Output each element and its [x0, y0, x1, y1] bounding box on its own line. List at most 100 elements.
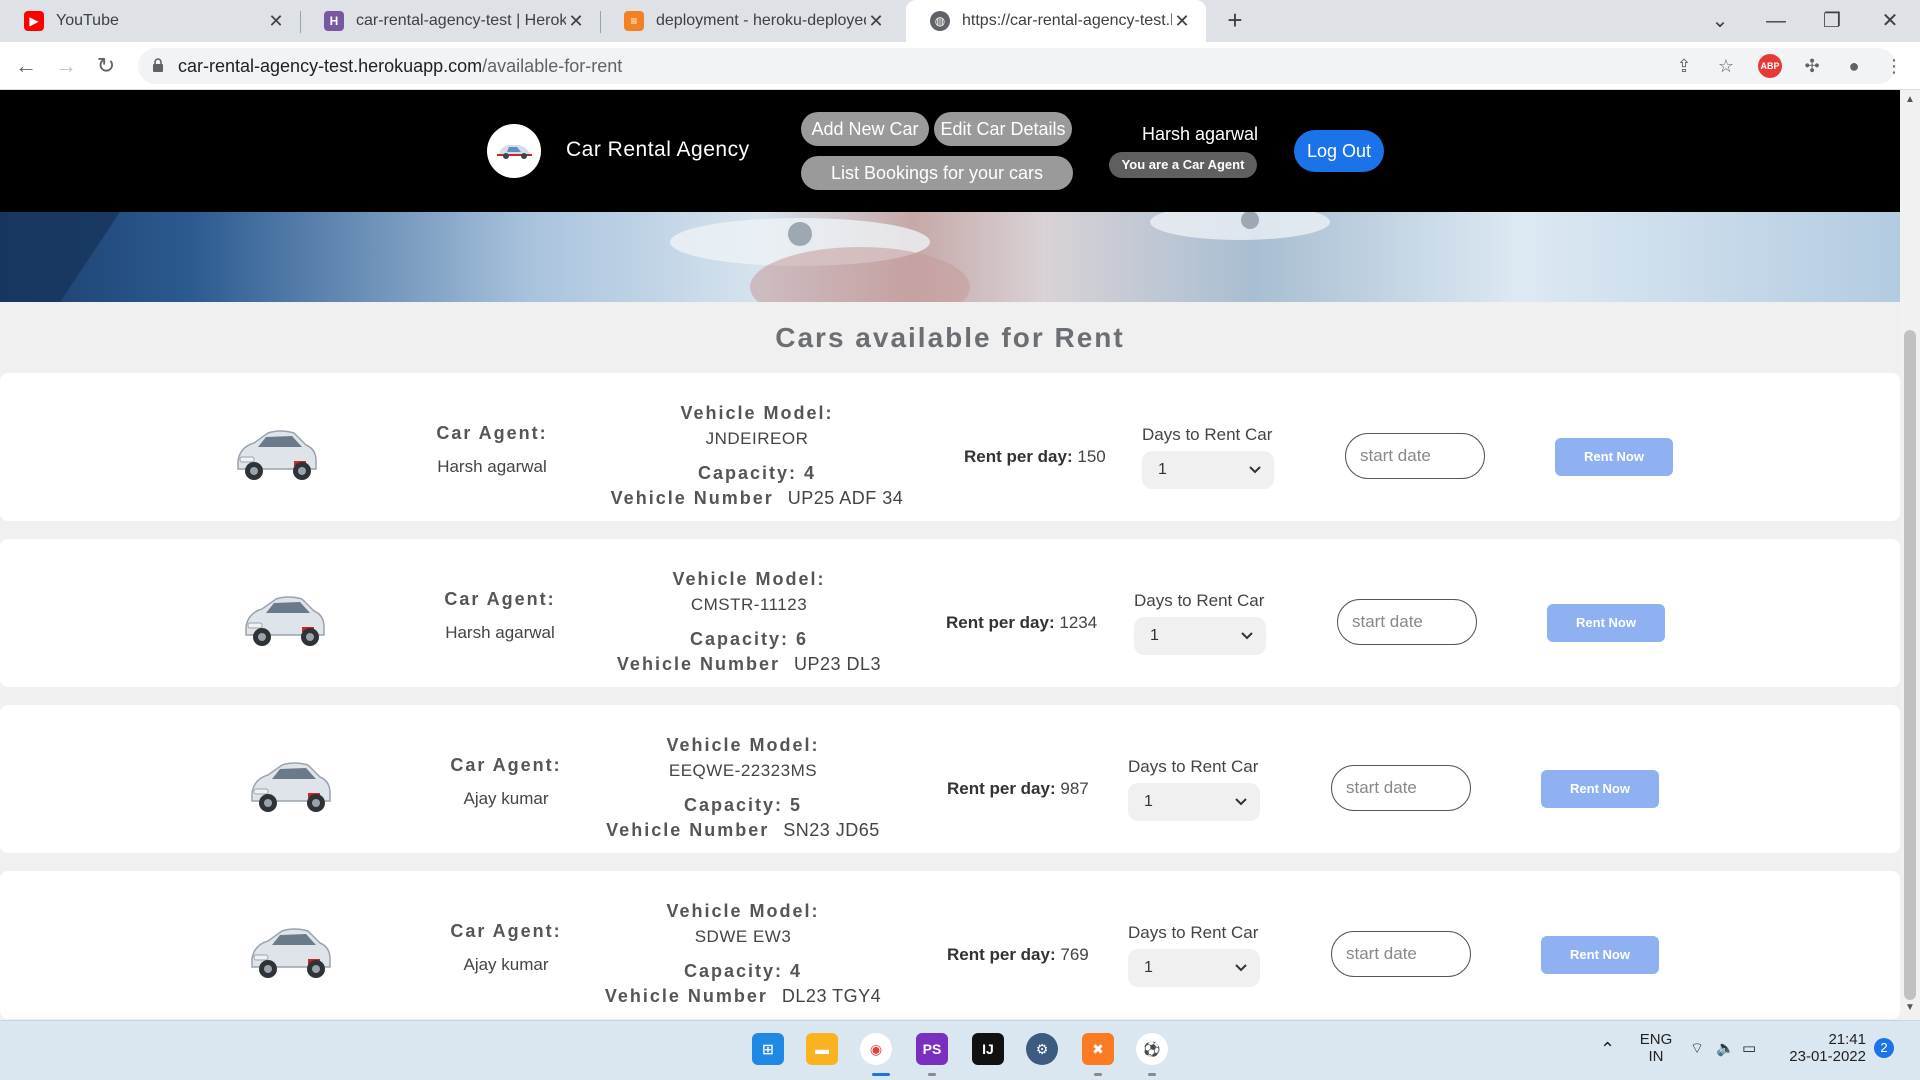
browser-menu-icon[interactable]: ⋮ [1882, 54, 1906, 78]
tab-active-site[interactable]: ◍ https://car-rental-agency-test.he ✕ [906, 0, 1206, 42]
capacity: Capacity: 4 [697, 463, 817, 483]
tab-title: https://car-rental-agency-test.he [962, 12, 1172, 29]
adblock-icon[interactable]: ABP [1758, 54, 1782, 78]
rent-per-day: Rent per day: 987 [947, 779, 1089, 799]
vehicle-number-label: Vehicle Number [604, 986, 768, 1006]
site-title[interactable]: Car Rental Agency [566, 138, 750, 162]
rent-now-button[interactable]: Rent Now [1555, 438, 1673, 476]
chrome-icon[interactable]: ◉ [860, 1033, 892, 1065]
file-explorer-icon[interactable]: ▬ [806, 1033, 838, 1065]
start-date-input[interactable]: start date [1331, 765, 1471, 811]
tab-search-icon[interactable]: ⌄ [1700, 6, 1740, 36]
settings-icon[interactable]: ⚙ [1026, 1033, 1058, 1065]
rent-per-day: Rent per day: 150 [964, 447, 1106, 467]
bookmark-star-icon[interactable]: ☆ [1714, 54, 1738, 78]
rent-now-button[interactable]: Rent Now [1541, 936, 1659, 974]
rent-per-day-value: 1234 [1059, 613, 1098, 632]
address-bar[interactable]: car-rental-agency-test.herokuapp.com/ava… [138, 48, 1903, 84]
close-icon[interactable]: ✕ [566, 11, 586, 32]
close-icon[interactable]: ✕ [1172, 11, 1192, 32]
reload-icon[interactable]: ↻ [90, 50, 122, 82]
car-image [228, 417, 324, 487]
list-bookings-button[interactable]: List Bookings for your cars [801, 156, 1073, 190]
section-heading: Cars available for Rent [775, 322, 1125, 353]
rent-now-button[interactable]: Rent Now [1547, 604, 1665, 642]
close-icon[interactable]: ✕ [866, 11, 886, 32]
vehicle-number-value: SN23 JD65 [783, 820, 880, 840]
show-hidden-icons-icon[interactable]: ⌃ [1600, 1039, 1615, 1060]
extensions-icon[interactable]: ✣ [1800, 54, 1824, 78]
hero-banner-image [0, 212, 1900, 302]
site-logo[interactable] [487, 124, 541, 178]
edit-car-details-button[interactable]: Edit Car Details [934, 112, 1072, 146]
vehicle-model-label: Vehicle Model: [666, 735, 820, 755]
start-icon[interactable]: ⊞ [752, 1033, 784, 1065]
rent-per-day-value: 987 [1060, 779, 1089, 798]
page-content: Car Rental Agency Add New Car Edit Car D… [0, 90, 1900, 1020]
close-icon[interactable]: ✕ [266, 11, 286, 32]
days-to-rent-select[interactable]: 1 [1142, 451, 1274, 489]
start-date-input[interactable]: start date [1337, 599, 1477, 645]
vehicle-model-label: Vehicle Model: [680, 403, 834, 423]
scrollbar-thumb[interactable] [1904, 330, 1916, 1000]
language-indicator[interactable]: ENG IN [1638, 1031, 1674, 1065]
rent-per-day-value: 769 [1060, 945, 1089, 964]
tab-title: YouTube [56, 12, 119, 29]
page-scrollbar[interactable]: ▲ ▼ [1900, 90, 1920, 1020]
xampp-icon[interactable]: ✖ [1082, 1033, 1114, 1065]
restore-icon[interactable]: ❐ [1812, 6, 1852, 36]
phpstorm-icon[interactable]: PS [916, 1033, 948, 1065]
tab-stackoverflow[interactable]: ≡ deployment - heroku-deployed a ✕ [600, 0, 900, 42]
site-header: Car Rental Agency Add New Car Edit Car D… [0, 90, 1900, 212]
wifi-icon[interactable]: ⌔ [1690, 1039, 1704, 1058]
days-to-rent-select[interactable]: 1 [1128, 783, 1260, 821]
vehicle-number: Vehicle Number SN23 JD65 [573, 820, 913, 841]
capacity: Capacity: 6 [689, 629, 809, 649]
rent-per-day-label: Rent per day: [946, 613, 1055, 632]
days-to-rent-select[interactable]: 1 [1134, 617, 1266, 655]
tab-youtube[interactable]: ▶ YouTube ✕ [0, 0, 300, 42]
heroku-icon: H [324, 11, 344, 31]
share-icon[interactable]: ⇪ [1672, 54, 1696, 78]
url-text: car-rental-agency-test.herokuapp.com/ava… [178, 56, 623, 76]
vehicle-model-value: JNDEIREOR [705, 429, 809, 448]
add-new-car-button[interactable]: Add New Car [801, 112, 929, 146]
rent-per-day-label: Rent per day: [964, 447, 1073, 466]
days-to-rent-label: Days to Rent Car [1128, 757, 1259, 776]
volume-icon[interactable]: 🔈 [1716, 1039, 1735, 1057]
car-agent-label: Car Agent: [450, 755, 562, 775]
car-card: Car Agent: Ajay kumar Vehicle Model: EEQWE-… [0, 705, 1900, 853]
clock[interactable]: 21:41 23-01-2022 [1786, 1031, 1866, 1065]
vehicle-number: Vehicle Number UP25 ADF 34 [587, 488, 927, 509]
scroll-down-icon[interactable]: ▼ [1904, 1002, 1916, 1014]
scroll-up-icon[interactable]: ▲ [1904, 94, 1916, 106]
car-agent-label: Car Agent: [444, 589, 556, 609]
battery-icon[interactable]: ▭ [1742, 1039, 1756, 1057]
days-to-rent-label: Days to Rent Car [1134, 591, 1265, 610]
stackoverflow-icon: ≡ [624, 11, 644, 31]
new-tab-button[interactable]: + [1220, 6, 1250, 36]
car-agent-name: Ajay kumar [463, 789, 549, 808]
logout-button[interactable]: Log Out [1294, 130, 1384, 172]
start-date-input[interactable]: start date [1331, 931, 1471, 977]
rent-per-day: Rent per day: 769 [947, 945, 1089, 965]
start-date-input[interactable]: start date [1345, 433, 1485, 479]
chevron-down-icon [1241, 632, 1253, 640]
window-close-icon[interactable]: ✕ [1870, 6, 1910, 36]
minimize-icon[interactable]: — [1756, 6, 1796, 36]
rent-now-button[interactable]: Rent Now [1541, 770, 1659, 808]
profile-avatar-icon[interactable]: ● [1842, 54, 1866, 78]
back-icon[interactable]: ← [10, 50, 42, 82]
chevron-down-icon [1235, 798, 1247, 806]
intellij-icon[interactable]: IJ [972, 1033, 1004, 1065]
notification-badge[interactable]: 2 [1874, 1038, 1894, 1058]
windows-taskbar: ⊞ ▬ ◉ PS IJ ⚙ ✖ ⚽ ⌃ ENG IN ⌔ 🔈 ▭ 21:41 2… [0, 1020, 1920, 1080]
soccer-app-icon[interactable]: ⚽ [1136, 1033, 1168, 1065]
days-to-rent-select[interactable]: 1 [1128, 949, 1260, 987]
days-selected-value: 1 [1144, 793, 1153, 810]
tab-heroku[interactable]: H car-rental-agency-test | Heroku ✕ [300, 0, 600, 42]
car-image [242, 915, 338, 985]
car-agent-label: Car Agent: [436, 423, 548, 443]
vehicle-number-label: Vehicle Number [616, 654, 780, 674]
forward-icon[interactable]: → [50, 50, 82, 82]
